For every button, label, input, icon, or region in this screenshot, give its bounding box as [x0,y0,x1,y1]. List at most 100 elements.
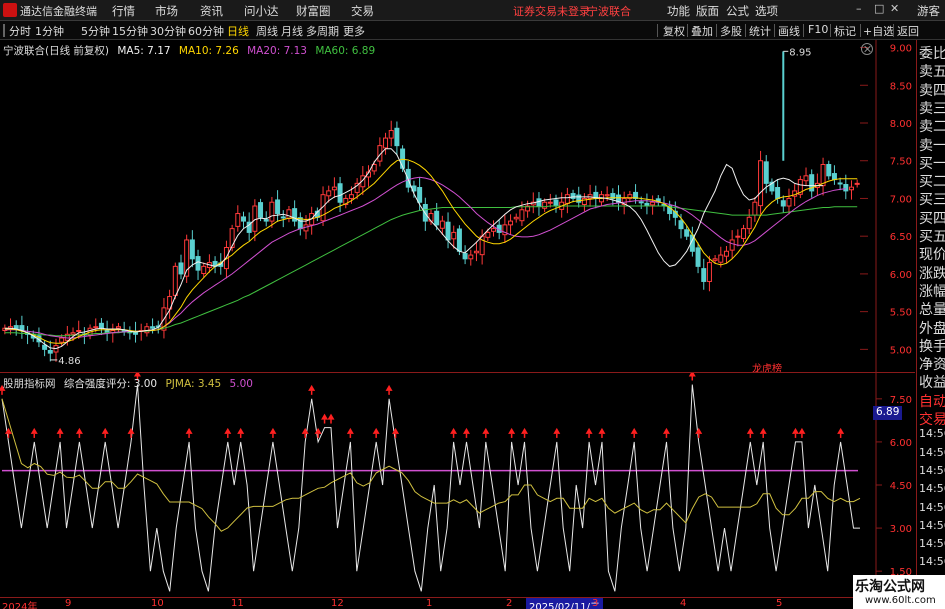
order-panel-item: 买四 [919,210,945,227]
app-title: 通达信金融终端 [20,5,97,18]
y-tick-label: 8.00 [890,119,912,130]
indicator-title[interactable]: 股朋指标网 [3,378,56,390]
tool-f10[interactable]: F10 [808,23,828,36]
period-daily[interactable]: 日线 [227,23,249,39]
candle-body [326,190,332,197]
y-tick-label: 6.50 [890,232,912,243]
tool-back[interactable]: 返回 [897,23,919,39]
maximize-icon[interactable]: □ [874,2,884,15]
signal-arrow [327,413,335,420]
tool-multi-stock[interactable]: 多股 [720,23,742,39]
close-panel-icon[interactable] [861,43,873,55]
date-label: 5 [776,598,783,609]
candle-body [519,209,525,222]
menu-item-market[interactable]: 市场 [155,3,178,19]
menu-layout[interactable]: 版面 [696,3,719,19]
signal-arrow [30,427,38,434]
order-panel-item: 总量 [919,302,945,319]
period-multi[interactable]: 多周期 [306,23,339,39]
candle-body [76,330,82,332]
candle-body [445,221,451,241]
signal-arrow [101,427,109,434]
order-panel-item: 外盘 [919,320,945,337]
order-panel-item: 现价 [919,247,945,264]
menu-item-assistant[interactable]: 问小达 [244,3,279,19]
login-status[interactable]: 证券交易未登录 [513,3,590,19]
tool-adjust[interactable]: 复权 [663,23,685,39]
order-panel-item[interactable]: 交易 [919,409,945,429]
candle-body [508,220,514,226]
period-1min[interactable]: 1分钟 [35,23,64,39]
indicator-chart[interactable]: 7.506.004.503.001.50 [0,373,916,597]
y-tick-label: 4.50 [890,481,912,492]
order-panel-item: 买一 [919,155,945,172]
order-panel-item: 卖五 [919,64,945,81]
minimize-icon[interactable]: – [856,2,862,15]
order-panel: 委比 卖五 卖四 卖三 卖二 卖一 买一 买二 买三 买四 买五 现价 涨跌 涨幅 总量 外盘 换手 净资 收益 自动… [916,40,945,609]
order-panel-item: 卖三 [919,100,945,117]
price-chart[interactable]: 9.00 8.50 8.00 7.50 7.00 6.50 6.00 5.50 5.00 8.95… [0,40,916,372]
candle-body [542,201,548,209]
close-icon[interactable]: ✕ [890,2,899,15]
signal-arrow [269,427,277,434]
menu-item-trade[interactable]: 交易 [351,3,374,19]
menu-item-wealth-circle[interactable]: 财富圈 [296,3,331,19]
y-tick-label: 7.50 [890,395,912,406]
menu-formula[interactable]: 公式 [726,3,749,19]
period-monthly[interactable]: 月线 [281,23,303,39]
candle-body [383,137,389,149]
candle-body [195,256,201,271]
order-panel-item: 收益 [919,375,945,392]
signal-arrow [346,427,354,434]
candle-body [723,250,729,257]
candle-body [678,220,684,230]
period-intraday[interactable]: 分时 [9,23,31,39]
watermark-url: www.60lt.com [865,595,936,606]
candle-body [93,326,99,329]
level-label: 5.00 [229,378,253,390]
candle-body [695,247,701,267]
signal-arrow [662,427,670,434]
menu-item-news[interactable]: 资讯 [200,3,223,19]
period-60min[interactable]: 60分钟 [188,23,224,39]
signal-arrow [798,427,806,434]
candle-body [252,205,258,232]
menu-item-quotes[interactable]: 行情 [112,3,135,19]
candle-body [854,182,860,185]
signal-arrow [321,413,329,420]
menu-function[interactable]: 功能 [667,3,690,19]
tool-mark[interactable]: 标记 [834,23,856,39]
period-more[interactable]: 更多 [343,23,365,39]
order-panel-item[interactable]: 自动 [919,391,945,411]
menu-options[interactable]: 选项 [755,3,778,19]
signal-arrow [462,427,470,434]
watermark: 乐淘公式网 www.60lt.com [853,575,945,609]
y-tick-label: 5.50 [890,308,912,319]
order-panel-item: 买三 [919,192,945,209]
guest-label[interactable]: 游客 [917,3,940,19]
tool-draw-line[interactable]: 画线 [778,23,800,39]
candle-body [275,199,281,215]
candle-body [712,258,718,261]
signal-arrow [630,427,638,434]
order-panel-item: 14:56 [919,463,945,477]
candle-body [553,199,559,207]
tool-statistics[interactable]: 统计 [749,23,771,39]
candle-body [405,168,411,188]
candle-body [400,148,406,169]
y-tick-label: 7.50 [890,157,912,168]
period-30min[interactable]: 30分钟 [150,23,186,39]
tool-add-watchlist[interactable]: +自选 [863,23,894,39]
signal-arrow [508,427,516,434]
candle-body [172,265,178,296]
signal-arrow [237,427,245,434]
period-5min[interactable]: 5分钟 [81,23,110,39]
period-weekly[interactable]: 周线 [256,23,278,39]
candle-body [201,265,207,275]
period-15min[interactable]: 15分钟 [112,23,148,39]
tool-overlay[interactable]: 叠加 [691,23,713,39]
order-panel-item: 14:56 [919,482,945,496]
candle-body [729,239,735,251]
score-line [1,384,860,592]
date-label: 2024年 [2,602,38,609]
